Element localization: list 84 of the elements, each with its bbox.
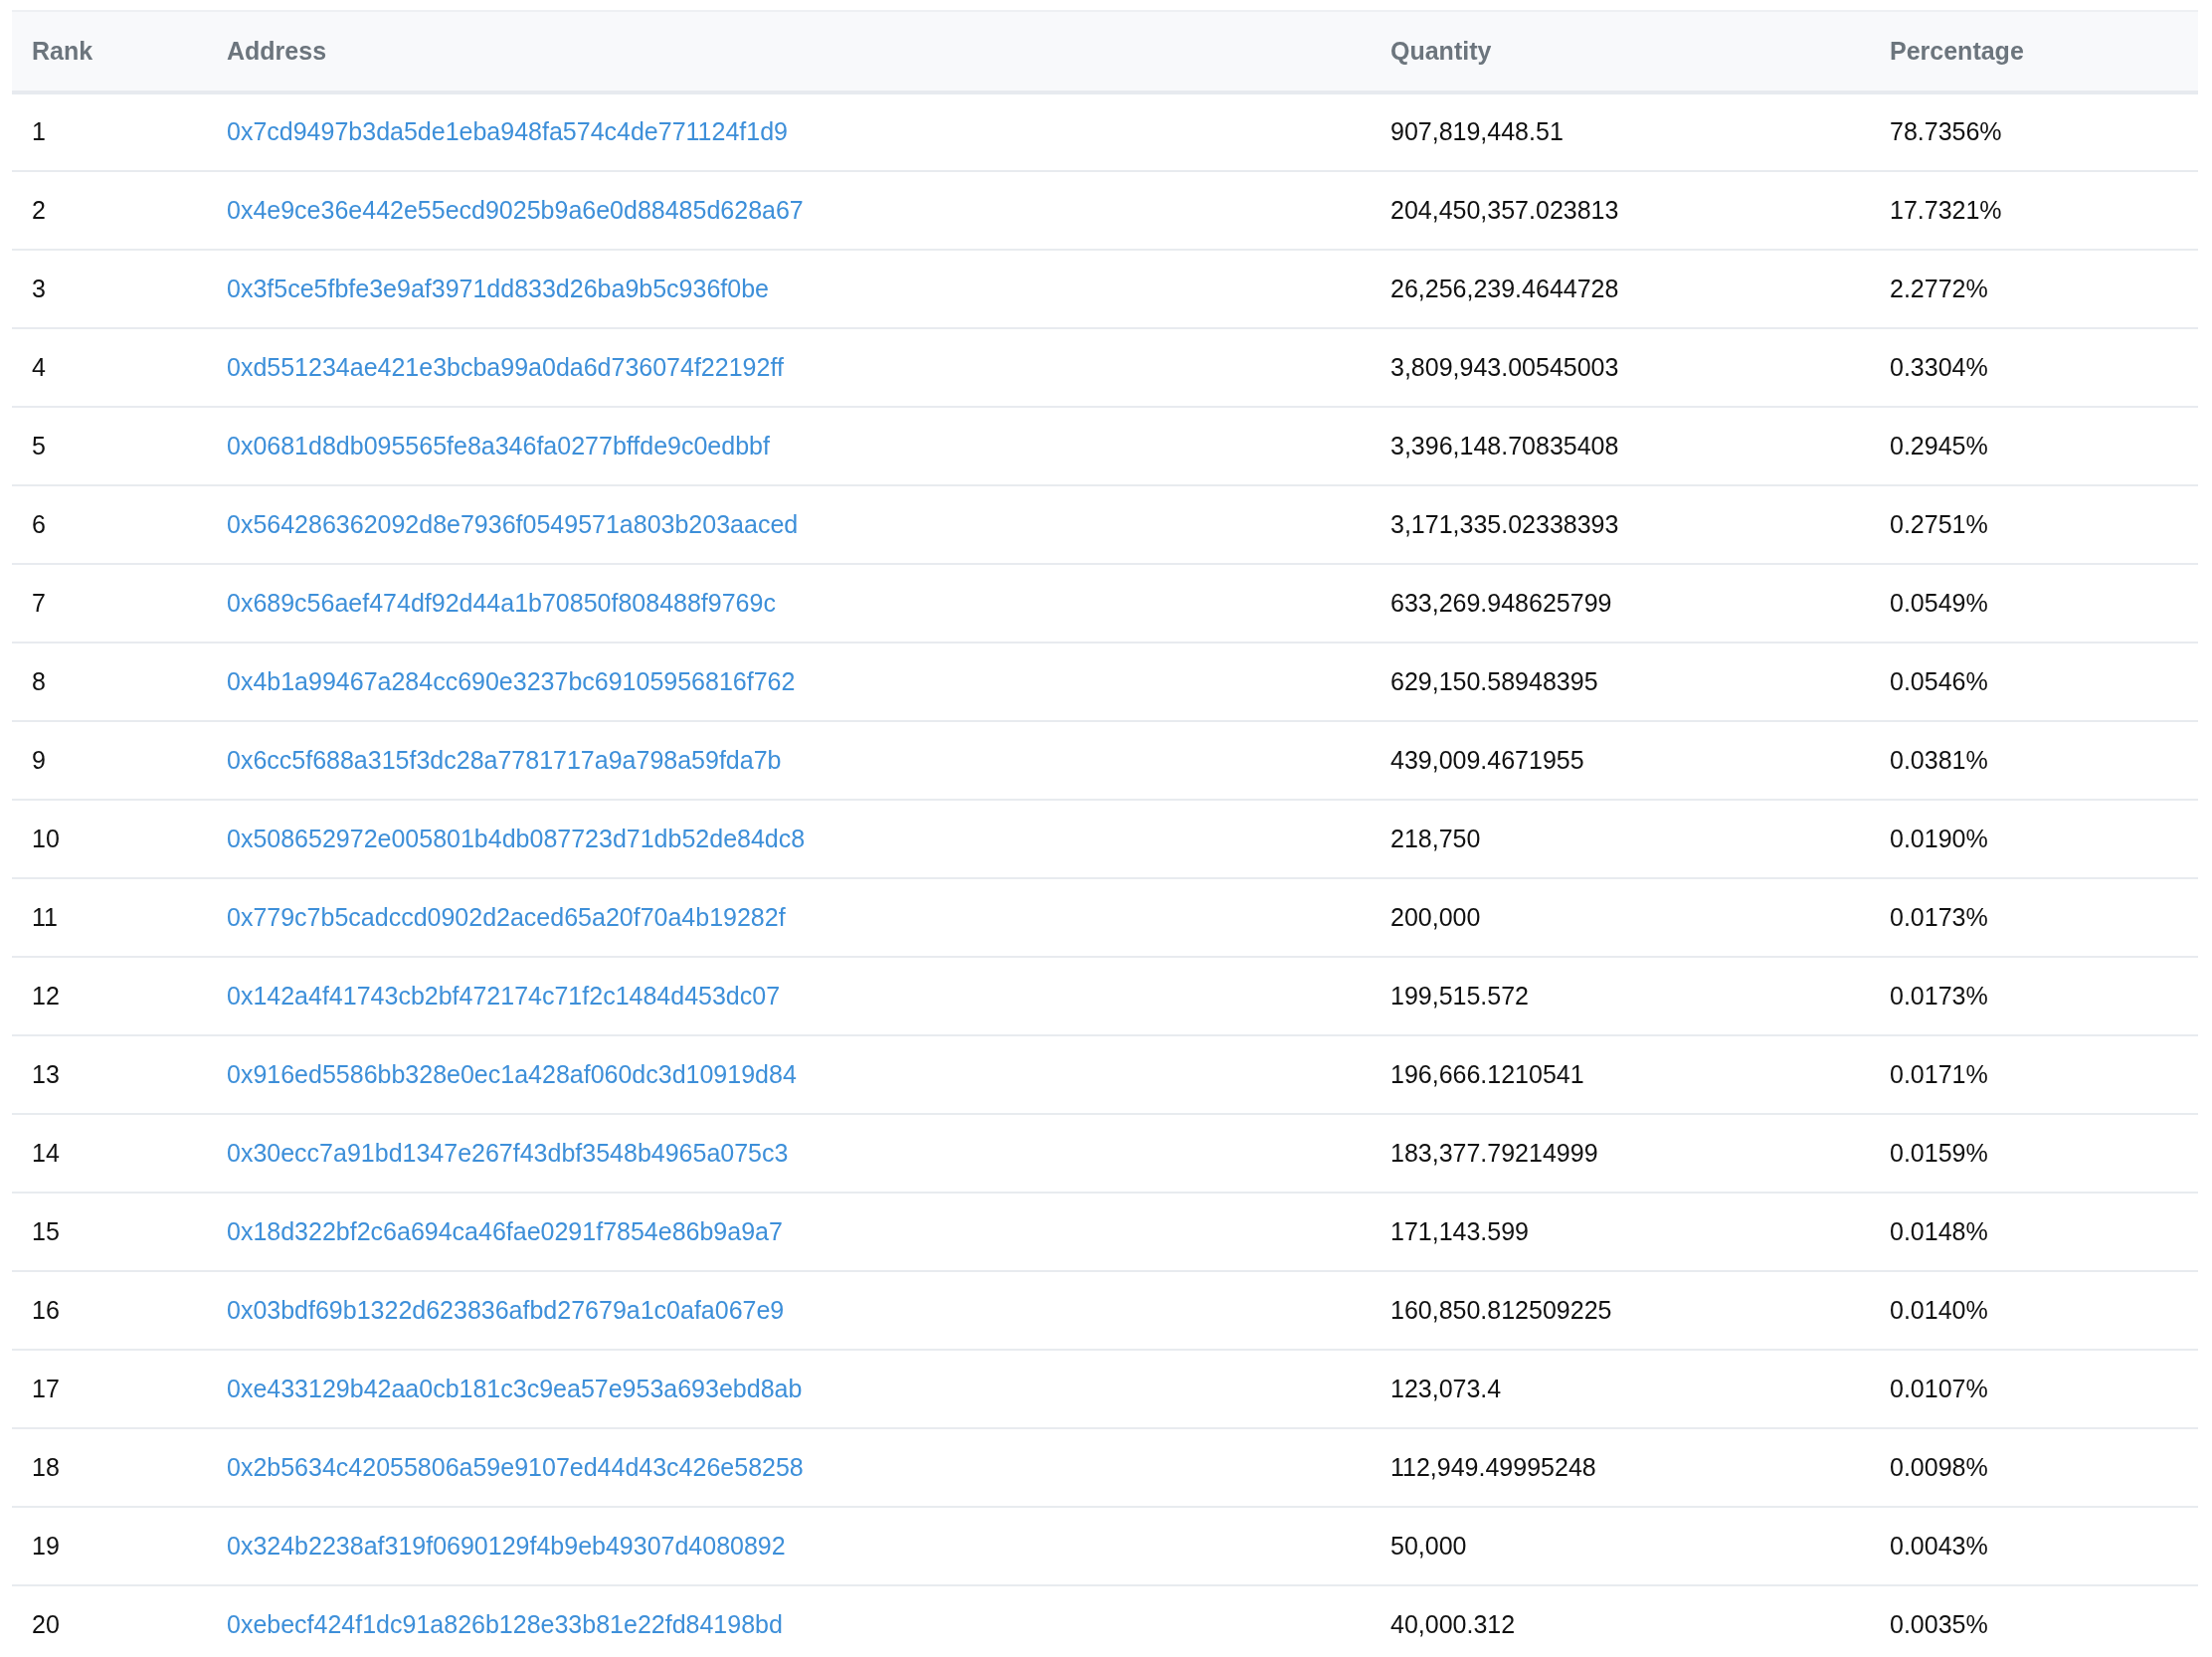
quantity-cell: 3,171,335.02338393 [1390, 509, 1619, 538]
percentage-cell: 0.2751% [1890, 509, 1988, 538]
quantity-cell: 218,750 [1390, 824, 1481, 852]
address-link[interactable]: 0x689c56aef474df92d44a1b70850f808488f9769c [227, 588, 776, 617]
rank-cell: 5 [32, 431, 46, 460]
quantity-cell: 112,949.49995248 [1390, 1452, 1596, 1481]
address-link[interactable]: 0x6cc5f688a315f3dc28a7781717a9a798a59fda7b [227, 745, 782, 774]
quantity-cell: 183,377.79214999 [1390, 1138, 1598, 1167]
percentage-cell: 0.0173% [1890, 981, 1988, 1010]
percentage-cell: 0.0546% [1890, 666, 1988, 695]
rank-cell: 17 [32, 1374, 60, 1402]
percentage-cell: 0.0173% [1890, 902, 1988, 931]
address-link[interactable]: 0x3f5ce5fbfe3e9af3971dd833d26ba9b5c936f0be [227, 274, 769, 302]
address-link[interactable]: 0x142a4f41743cb2bf472174c71f2c1484d453dc07 [227, 981, 781, 1010]
address-link[interactable]: 0x0681d8db095565fe8a346fa0277bffde9c0edbbf [227, 431, 770, 460]
address-link[interactable]: 0xd551234ae421e3bcba99a0da6d736074f22192ff [227, 352, 784, 381]
quantity-cell: 160,850.812509225 [1390, 1295, 1612, 1324]
percentage-cell: 0.0190% [1890, 824, 1988, 852]
address-link[interactable]: 0x03bdf69b1322d623836afbd27679a1c0afa067e9 [227, 1295, 785, 1324]
percentage-cell: 0.0148% [1890, 1216, 1988, 1245]
quantity-cell: 171,143.599 [1390, 1216, 1530, 1245]
quantity-cell: 199,515.572 [1390, 981, 1530, 1010]
quantity-cell: 907,819,448.51 [1390, 117, 1564, 146]
rank-cell: 14 [32, 1138, 60, 1167]
address-link[interactable]: 0x18d322bf2c6a694ca46fae0291f7854e86b9a9a7 [227, 1216, 783, 1245]
rank-cell: 8 [32, 666, 46, 695]
rank-cell: 19 [32, 1531, 60, 1560]
rank-cell: 6 [32, 509, 46, 538]
address-link[interactable]: 0x4e9ce36e442e55ecd9025b9a6e0d88485d628a67 [227, 195, 804, 224]
quantity-cell: 3,809,943.00545003 [1390, 352, 1619, 381]
percentage-cell: 0.0098% [1890, 1452, 1988, 1481]
address-link[interactable]: 0x30ecc7a91bd1347e267f43dbf3548b4965a075c3 [227, 1138, 789, 1167]
rank-cell: 20 [32, 1609, 60, 1638]
quantity-cell: 204,450,357.023813 [1390, 195, 1619, 224]
address-link[interactable]: 0xebecf424f1dc91a826b128e33b81e22fd84198bd [227, 1609, 783, 1638]
percentage-cell: 0.0171% [1890, 1059, 1988, 1088]
rank-cell: 15 [32, 1216, 60, 1245]
quantity-cell: 200,000 [1390, 902, 1481, 931]
column-header: Address [207, 11, 1371, 92]
column-header: Rank [12, 11, 207, 92]
rank-cell: 2 [32, 195, 46, 224]
quantity-cell: 196,666.1210541 [1390, 1059, 1584, 1088]
percentage-cell: 0.0107% [1890, 1374, 1988, 1402]
percentage-cell: 78.7356% [1890, 117, 2002, 146]
quantity-cell: 633,269.948625799 [1390, 588, 1612, 617]
rank-cell: 7 [32, 588, 46, 617]
address-link[interactable]: 0x916ed5586bb328e0ec1a428af060dc3d10919d84 [227, 1059, 797, 1088]
address-link[interactable]: 0x508652972e005801b4db087723d71db52de84dc8 [227, 824, 806, 852]
address-link[interactable]: 0x2b5634c42055806a59e9107ed44d43c426e58258 [227, 1452, 804, 1481]
rank-cell: 12 [32, 981, 60, 1010]
rank-cell: 3 [32, 274, 46, 302]
address-link[interactable]: 0x564286362092d8e7936f0549571a803b203aaced [227, 509, 799, 538]
percentage-cell: 0.0140% [1890, 1295, 1988, 1324]
percentage-cell: 0.0381% [1890, 745, 1988, 774]
rank-cell: 4 [32, 352, 46, 381]
column-header: Quantity [1371, 11, 1870, 92]
quantity-cell: 439,009.4671955 [1390, 745, 1584, 774]
quantity-cell: 123,073.4 [1390, 1374, 1502, 1402]
rank-cell: 16 [32, 1295, 60, 1324]
quantity-cell: 40,000.312 [1390, 1609, 1516, 1638]
quantity-cell: 3,396,148.70835408 [1390, 431, 1619, 460]
percentage-cell: 0.0035% [1890, 1609, 1988, 1638]
column-header: Percentage [1870, 11, 2198, 92]
rank-cell: 1 [32, 117, 46, 146]
rank-cell: 9 [32, 745, 46, 774]
percentage-cell: 2.2772% [1890, 274, 1988, 302]
rank-cell: 18 [32, 1452, 60, 1481]
percentage-cell: 0.0043% [1890, 1531, 1988, 1560]
percentage-cell: 0.2945% [1890, 431, 1988, 460]
address-link[interactable]: 0x324b2238af319f0690129f4b9eb49307d4080892 [227, 1531, 786, 1560]
quantity-cell: 50,000 [1390, 1531, 1467, 1560]
address-link[interactable]: 0x7cd9497b3da5de1eba948fa574c4de771124f1d9 [227, 117, 788, 146]
rank-cell: 11 [32, 902, 58, 931]
percentage-cell: 0.3304% [1890, 352, 1988, 381]
address-link[interactable]: 0x4b1a99467a284cc690e3237bc69105956816f762 [227, 666, 796, 695]
quantity-cell: 629,150.58948395 [1390, 666, 1598, 695]
percentage-cell: 0.0549% [1890, 588, 1988, 617]
percentage-cell: 0.0159% [1890, 1138, 1988, 1167]
percentage-cell: 17.7321% [1890, 195, 2002, 224]
quantity-cell: 26,256,239.4644728 [1390, 274, 1619, 302]
rank-cell: 10 [32, 824, 60, 852]
rank-cell: 13 [32, 1059, 60, 1088]
address-link[interactable]: 0x779c7b5cadccd0902d2aced65a20f70a4b19282f [227, 902, 786, 931]
address-link[interactable]: 0xe433129b42aa0cb181c3c9ea57e953a693ebd8ab [227, 1374, 803, 1402]
